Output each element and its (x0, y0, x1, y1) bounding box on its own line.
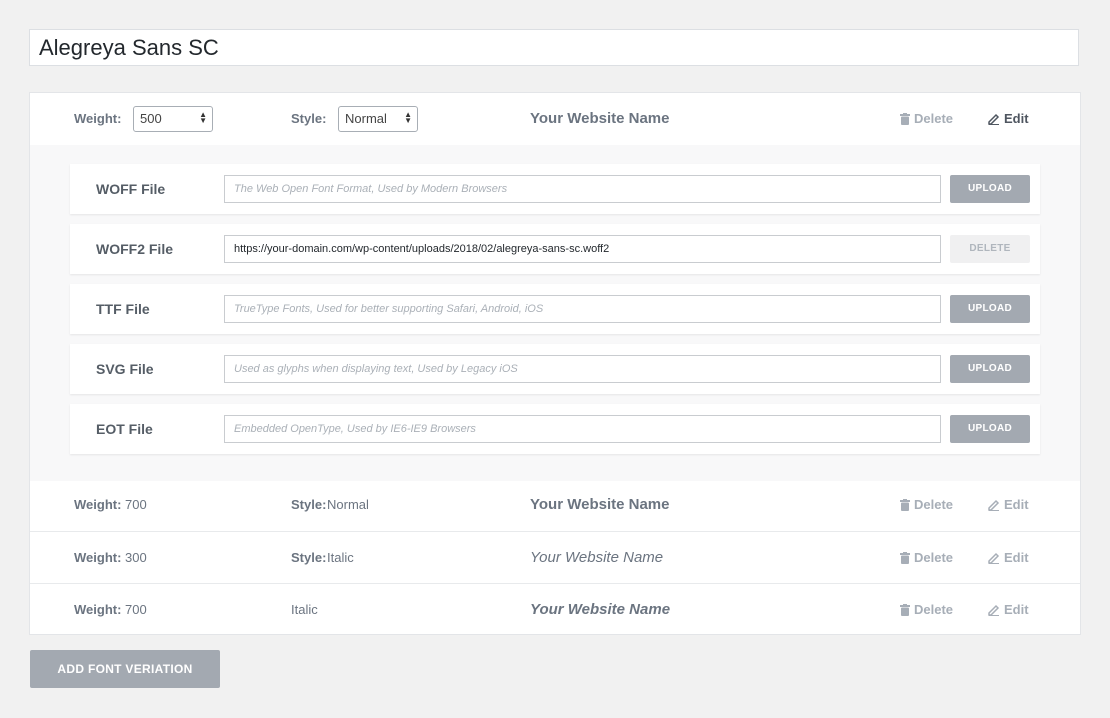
font-preview: Your Website Name (530, 549, 664, 566)
eot-file-input[interactable] (224, 415, 941, 443)
delete-label: Delete (914, 602, 954, 617)
pencil-icon (988, 604, 1000, 616)
edit-button[interactable]: Edit (988, 532, 1029, 584)
trash-icon (900, 604, 910, 616)
file-row-eot: EOT File UPLOAD (70, 404, 1040, 454)
font-preview: Your Website Name (530, 110, 670, 127)
pencil-icon (988, 499, 1000, 511)
edit-button[interactable]: Edit (988, 584, 1029, 636)
upload-button[interactable]: UPLOAD (950, 295, 1030, 323)
delete-label: Delete (914, 497, 954, 512)
file-label: WOFF File (96, 181, 166, 197)
edit-label: Edit (1004, 550, 1029, 565)
weight-value: 700 (125, 602, 147, 617)
weight-select-value: 500 (140, 111, 162, 126)
style-select-value: Normal (345, 111, 387, 126)
variation-row: Weight: 300 Style: Italic Your Website N… (30, 531, 1080, 584)
variation-row-editing: Weight: 500 ▲ ▼ Style: Normal ▲ ▼ Your Web… (30, 93, 1080, 145)
weight-value: 300 (125, 550, 147, 565)
weight-select[interactable]: 500 ▲ ▼ (133, 106, 213, 132)
delete-button[interactable]: Delete (900, 532, 953, 584)
weight-label: Weight: (74, 602, 122, 617)
delete-button[interactable]: Delete (900, 584, 953, 636)
file-label: WOFF2 File (96, 241, 173, 257)
file-label: EOT File (96, 421, 153, 437)
font-preview: Your Website Name (530, 496, 670, 513)
delete-label: Delete (914, 111, 954, 126)
pencil-icon (988, 552, 1000, 564)
style-value: Italic (327, 550, 354, 565)
pencil-icon (988, 113, 1000, 125)
style-select[interactable]: Normal ▲ ▼ (338, 106, 418, 132)
ttf-file-input[interactable] (224, 295, 941, 323)
trash-icon (900, 113, 910, 125)
delete-button[interactable]: Delete (900, 93, 953, 145)
trash-icon (900, 499, 910, 511)
font-variations-panel: Weight: 500 ▲ ▼ Style: Normal ▲ ▼ Your Web… (29, 92, 1081, 635)
font-preview: Your Website Name (530, 601, 671, 618)
weight-label: Weight: (74, 497, 122, 512)
delete-file-button[interactable]: DELETE (950, 235, 1030, 263)
delete-label: Delete (914, 550, 954, 565)
file-label: SVG File (96, 361, 154, 377)
select-arrows-icon: ▲ ▼ (199, 110, 207, 125)
edit-button[interactable]: Edit (988, 479, 1029, 531)
variation-row: Weight: 700 Style: Normal Your Website N… (30, 479, 1080, 531)
upload-button[interactable]: UPLOAD (950, 355, 1030, 383)
file-row-woff: WOFF File UPLOAD (70, 164, 1040, 214)
file-row-ttf: TTF File UPLOAD (70, 284, 1040, 334)
woff-file-input[interactable] (224, 175, 941, 203)
file-row-svg: SVG File UPLOAD (70, 344, 1040, 394)
file-row-woff2: WOFF2 File DELETE (70, 224, 1040, 274)
style-value: Italic (291, 602, 318, 617)
add-font-variation-button[interactable]: ADD FONT VERIATION (30, 650, 220, 688)
file-label: TTF File (96, 301, 150, 317)
select-arrows-icon: ▲ ▼ (404, 110, 412, 125)
delete-button[interactable]: Delete (900, 479, 953, 531)
style-label: Style: (291, 550, 327, 565)
edit-label: Edit (1004, 497, 1029, 512)
edit-label: Edit (1004, 602, 1029, 617)
style-value: Normal (327, 497, 369, 512)
trash-icon (900, 552, 910, 564)
font-name-field[interactable]: Alegreya Sans SC (29, 29, 1079, 66)
upload-button[interactable]: UPLOAD (950, 415, 1030, 443)
weight-label: Weight: (74, 111, 122, 126)
weight-label: Weight: (74, 550, 122, 565)
upload-button[interactable]: UPLOAD (950, 175, 1030, 203)
edit-button[interactable]: Edit (988, 93, 1029, 145)
weight-value: 700 (125, 497, 147, 512)
variation-row: Weight: 700 Italic Your Website Name Del… (30, 583, 1080, 636)
edit-label: Edit (1004, 111, 1029, 126)
font-files-section: WOFF File UPLOAD WOFF2 File DELETE TTF F… (30, 145, 1080, 481)
style-label: Style: (291, 111, 327, 126)
woff2-file-input[interactable] (224, 235, 941, 263)
style-label: Style: (291, 497, 327, 512)
svg-file-input[interactable] (224, 355, 941, 383)
